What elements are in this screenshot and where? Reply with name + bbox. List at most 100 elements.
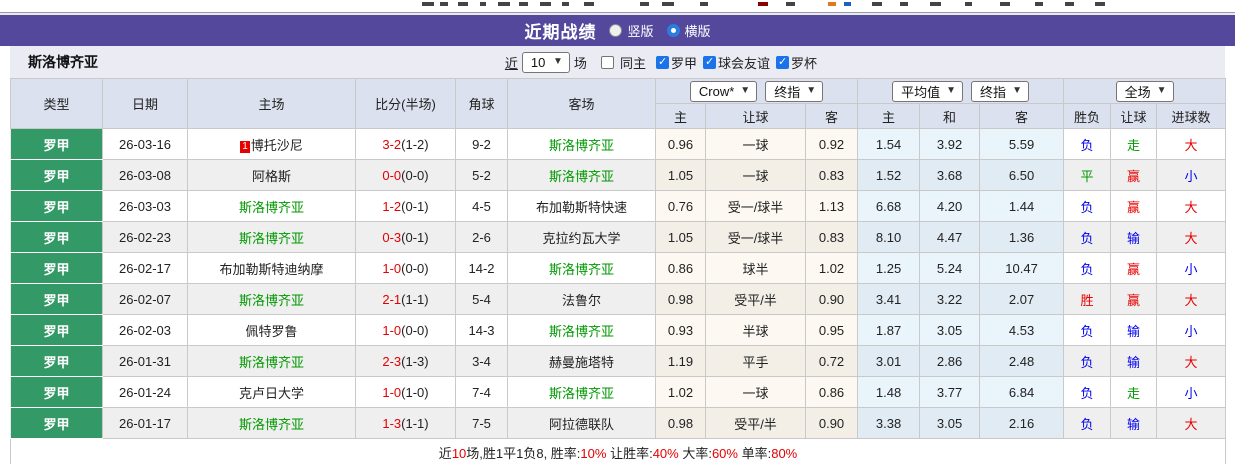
fulltime-score[interactable]: 1-0	[382, 323, 401, 338]
handicap-line: 半球	[705, 314, 806, 346]
home-team[interactable]: 斯洛博齐亚	[187, 190, 356, 222]
away-team[interactable]: 斯洛博齐亚	[507, 314, 656, 346]
away-team[interactable]: 斯洛博齐亚	[507, 376, 656, 408]
radio-vertical-icon[interactable]	[609, 24, 623, 37]
home-team-name[interactable]: 斯洛博齐亚	[239, 417, 304, 432]
league-filter-label[interactable]: 罗甲	[671, 53, 697, 72]
away-team[interactable]: 斯洛博齐亚	[507, 128, 656, 160]
match-score[interactable]: 2-3(1-3)	[355, 345, 456, 377]
fulltime-score[interactable]: 1-0	[382, 385, 401, 400]
home-team-name[interactable]: 布加勒斯特迪纳摩	[219, 262, 323, 277]
fulltime-score[interactable]: 2-3	[382, 354, 401, 369]
away-team-name[interactable]: 斯洛博齐亚	[549, 324, 614, 339]
match-score[interactable]: 0-3(0-1)	[355, 221, 456, 253]
average-select[interactable]: 平均值 ▼	[892, 80, 964, 102]
match-score[interactable]: 0-0(0-0)	[355, 159, 456, 191]
match-score[interactable]: 1-2(0-1)	[355, 190, 456, 222]
home-team[interactable]: 佩特罗鲁	[187, 314, 356, 346]
fulltime-score[interactable]: 2-1	[382, 292, 401, 307]
fulltime-score[interactable]: 0-0	[382, 168, 401, 183]
league-filter-label[interactable]: 罗杯	[791, 53, 817, 72]
match-score[interactable]: 2-1(1-1)	[355, 283, 456, 315]
away-team-name[interactable]: 克拉约瓦大学	[542, 231, 620, 246]
odds-away: 0.72	[804, 345, 859, 377]
home-team-name[interactable]: 阿格斯	[252, 169, 291, 184]
home-team[interactable]: 克卢日大学	[187, 376, 356, 408]
fulltime-score[interactable]: 1-0	[382, 261, 401, 276]
match-score[interactable]: 3-2(1-2)	[355, 128, 456, 160]
away-team[interactable]: 布加勒斯特快速	[507, 190, 656, 222]
near-label[interactable]: 近	[505, 53, 518, 72]
home-team-name[interactable]: 斯洛博齐亚	[239, 231, 304, 246]
scope-select-group: 全场 ▼	[1063, 78, 1227, 104]
home-team[interactable]: 阿格斯	[187, 159, 356, 191]
home-team[interactable]: 布加勒斯特迪纳摩	[187, 252, 356, 284]
match-count-select[interactable]: 10 ▼	[521, 51, 570, 73]
away-team-name[interactable]: 布加勒斯特快速	[536, 200, 627, 215]
home-team-name[interactable]: 克卢日大学	[239, 386, 304, 401]
home-team-name[interactable]: 斯洛博齐亚	[239, 355, 304, 370]
checkbox-checked-icon[interactable]	[702, 55, 716, 69]
chevron-down-icon: ▼	[806, 85, 817, 96]
layout-option-vertical[interactable]: 竖版	[609, 21, 654, 40]
home-team-name[interactable]: 斯洛博齐亚	[239, 200, 304, 215]
clipped-nav-text	[965, 2, 972, 6]
away-team[interactable]: 阿拉德联队	[507, 407, 656, 439]
bookmaker-stage-select[interactable]: 终指 ▼	[765, 80, 824, 102]
radio-horizontal-icon[interactable]	[666, 24, 680, 37]
radio-vertical-label[interactable]: 竖版	[627, 21, 653, 40]
home-team[interactable]: 斯洛博齐亚	[187, 407, 356, 439]
odds-away: 0.90	[804, 407, 859, 439]
chevron-down-icon: ▼	[1156, 85, 1167, 96]
radio-horizontal-label[interactable]: 横版	[685, 21, 711, 40]
odds-away: 1.02	[804, 252, 859, 284]
halftime-score: (0-0)	[401, 260, 429, 276]
league-filter-label[interactable]: 球会友谊	[718, 53, 770, 72]
checkbox-unchecked-icon[interactable]	[600, 55, 614, 69]
fulltime-score[interactable]: 1-3	[382, 416, 401, 431]
league-filter-3[interactable]: 罗杯	[775, 53, 817, 72]
away-team[interactable]: 赫曼施塔特	[507, 345, 656, 377]
average-stage-value: 终指	[980, 84, 1007, 100]
home-team[interactable]: 1 博托沙尼	[187, 128, 356, 160]
away-team-name[interactable]: 阿拉德联队	[549, 417, 614, 432]
checkbox-checked-icon[interactable]	[655, 55, 669, 69]
home-team-name[interactable]: 佩特罗鲁	[245, 324, 297, 339]
match-score[interactable]: 1-3(1-1)	[355, 407, 456, 439]
match-score[interactable]: 1-0(0-0)	[355, 314, 456, 346]
away-team-name[interactable]: 赫曼施塔特	[549, 355, 614, 370]
average-stage-select[interactable]: 终指 ▼	[971, 80, 1029, 102]
match-score[interactable]: 1-0(1-0)	[355, 376, 456, 408]
away-team[interactable]: 斯洛博齐亚	[507, 159, 656, 191]
away-team-name[interactable]: 斯洛博齐亚	[549, 386, 614, 401]
clipped-nav-text	[1035, 2, 1043, 6]
league-filter-1[interactable]: 罗甲	[655, 53, 697, 72]
scope-select[interactable]: 全场 ▼	[1115, 80, 1174, 102]
away-team-name[interactable]: 法鲁尔	[562, 293, 601, 308]
bookmaker-select[interactable]: Crow* ▼	[689, 80, 758, 102]
fulltime-score[interactable]: 3-2	[382, 137, 401, 152]
away-team[interactable]: 法鲁尔	[507, 283, 656, 315]
avg-home-odds: 1.52	[857, 159, 921, 191]
match-score[interactable]: 1-0(0-0)	[355, 252, 456, 284]
layout-option-horizontal[interactable]: 横版	[666, 21, 711, 40]
away-team[interactable]: 克拉约瓦大学	[507, 221, 656, 253]
away-team-name[interactable]: 斯洛博齐亚	[549, 262, 614, 277]
matches-label: 场	[573, 55, 587, 71]
home-team-name[interactable]: 博托沙尼	[251, 138, 303, 153]
match-row: 罗甲 26-02-23 斯洛博齐亚 0-3(0-1) 2-6 克拉约瓦大学 1.05 受一/球…	[10, 221, 1227, 253]
home-team[interactable]: 斯洛博齐亚	[187, 283, 356, 315]
league-filter-2[interactable]: 球会友谊	[702, 53, 770, 72]
league-filter-0[interactable]: 同主	[600, 53, 646, 72]
home-team[interactable]: 斯洛博齐亚	[187, 221, 356, 253]
match-row: 罗甲 26-02-17 布加勒斯特迪纳摩 1-0(0-0) 14-2 斯洛博齐亚 0.86 球…	[10, 252, 1227, 284]
fulltime-score[interactable]: 0-3	[382, 230, 401, 245]
home-team-name[interactable]: 斯洛博齐亚	[239, 293, 304, 308]
away-team-name[interactable]: 斯洛博齐亚	[549, 138, 614, 153]
home-team[interactable]: 斯洛博齐亚	[187, 345, 356, 377]
fulltime-score[interactable]: 1-2	[382, 199, 401, 214]
league-filter-label[interactable]: 同主	[620, 53, 646, 72]
away-team[interactable]: 斯洛博齐亚	[507, 252, 656, 284]
checkbox-checked-icon[interactable]	[775, 55, 789, 69]
away-team-name[interactable]: 斯洛博齐亚	[549, 169, 614, 184]
